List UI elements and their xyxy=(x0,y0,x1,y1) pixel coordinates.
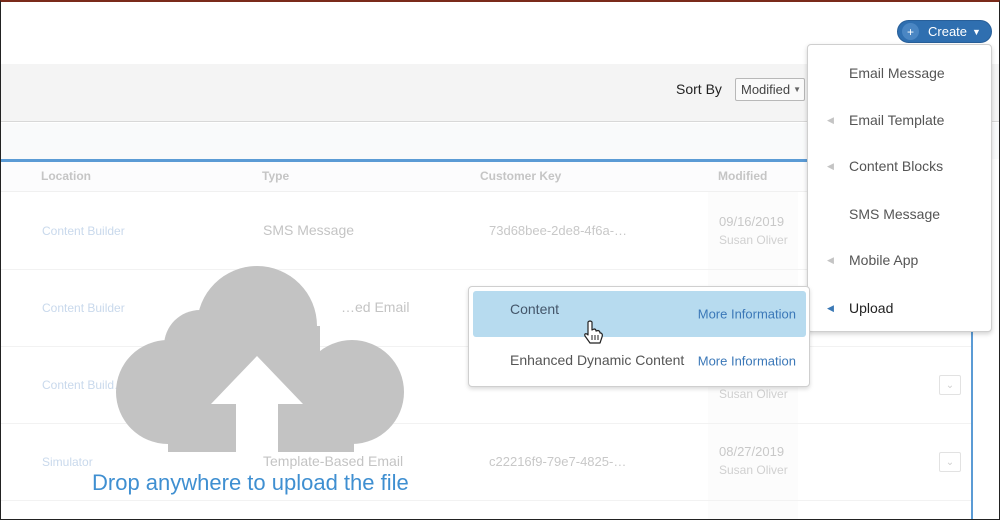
caret-down-icon: ▼ xyxy=(793,85,802,94)
cell-location[interactable]: Content Build… xyxy=(42,378,126,392)
create-dropdown-menu: Email Message ◀ Email Template ◀ Content… xyxy=(807,44,992,332)
caret-left-icon: ◀ xyxy=(827,114,834,125)
caret-down-icon: ▼ xyxy=(972,26,981,37)
app-window: + Create ▼ Sort By Modified ▼ Location T… xyxy=(0,0,1000,520)
cloud-upload-icon xyxy=(116,266,404,452)
hand-pointer-icon xyxy=(584,320,603,344)
more-information-link[interactable]: More Information xyxy=(698,354,796,369)
create-button[interactable]: + Create ▼ xyxy=(897,20,992,43)
sort-by-select[interactable]: Modified ▼ xyxy=(735,78,805,101)
plus-icon: + xyxy=(902,23,919,40)
menu-item-label: SMS Message xyxy=(849,206,941,222)
chevron-down-icon: ⌄ xyxy=(945,379,955,391)
menu-item-label: Mobile App xyxy=(849,252,919,268)
cell-location[interactable]: Simulator xyxy=(42,455,93,469)
cell-location[interactable]: Content Builder xyxy=(42,224,125,238)
cell-modified-by: Susan Oliver xyxy=(719,463,788,477)
chevron-down-icon: ⌄ xyxy=(945,456,955,468)
cell-modified-date: 08/27/2019 xyxy=(719,444,785,459)
caret-left-icon: ◀ xyxy=(827,254,834,265)
menu-item-label: Content Blocks xyxy=(849,158,944,174)
sort-by-value: Modified xyxy=(741,82,791,97)
upload-submenu: Content More Information Enhanced Dynami… xyxy=(468,286,810,387)
cell-type: Template-Based Email xyxy=(263,453,404,469)
sort-by-label: Sort By xyxy=(676,81,722,97)
column-header-location[interactable]: Location xyxy=(41,169,91,183)
cell-modified-date: 09/16/2019 xyxy=(719,214,785,229)
submenu-item-content[interactable]: Content More Information xyxy=(473,291,806,337)
menu-item-upload[interactable]: ◀ Upload xyxy=(808,288,991,328)
cell-customer-key: 73d68bee-2de8-4f6a-… xyxy=(489,223,628,238)
cell-modified-by: Susan Oliver xyxy=(719,233,788,247)
cell-customer-key: c22216f9-79e7-4825-… xyxy=(489,454,627,469)
cell-type: SMS Message xyxy=(263,222,355,238)
submenu-item-label: Content xyxy=(510,301,560,317)
column-header-modified[interactable]: Modified xyxy=(718,169,767,183)
more-information-link[interactable]: More Information xyxy=(698,307,796,322)
create-button-label: Create xyxy=(928,24,968,39)
row-actions-button[interactable]: ⌄ xyxy=(939,452,961,472)
menu-item-sms-message[interactable]: SMS Message xyxy=(808,194,991,234)
caret-left-icon: ◀ xyxy=(827,302,834,313)
menu-item-mobile-app[interactable]: ◀ Mobile App xyxy=(808,240,991,280)
submenu-item-label: Enhanced Dynamic Content xyxy=(510,352,685,368)
menu-item-label: Email Message xyxy=(849,65,945,81)
column-header-customer-key[interactable]: Customer Key xyxy=(480,169,561,183)
menu-item-email-message[interactable]: Email Message xyxy=(808,53,991,93)
menu-item-label: Email Template xyxy=(849,112,945,128)
menu-item-email-template[interactable]: ◀ Email Template xyxy=(808,100,991,140)
menu-item-label: Upload xyxy=(849,300,894,316)
caret-left-icon: ◀ xyxy=(827,160,834,171)
row-actions-button[interactable]: ⌄ xyxy=(939,375,961,395)
menu-item-content-blocks[interactable]: ◀ Content Blocks xyxy=(808,146,991,186)
column-header-type[interactable]: Type xyxy=(262,169,289,183)
submenu-item-enhanced-dynamic-content[interactable]: Enhanced Dynamic Content More Informatio… xyxy=(473,339,806,385)
cell-modified-by: Susan Oliver xyxy=(719,387,788,401)
drop-upload-message: Drop anywhere to upload the file xyxy=(92,470,409,495)
cell-location[interactable]: Content Builder xyxy=(42,301,125,315)
